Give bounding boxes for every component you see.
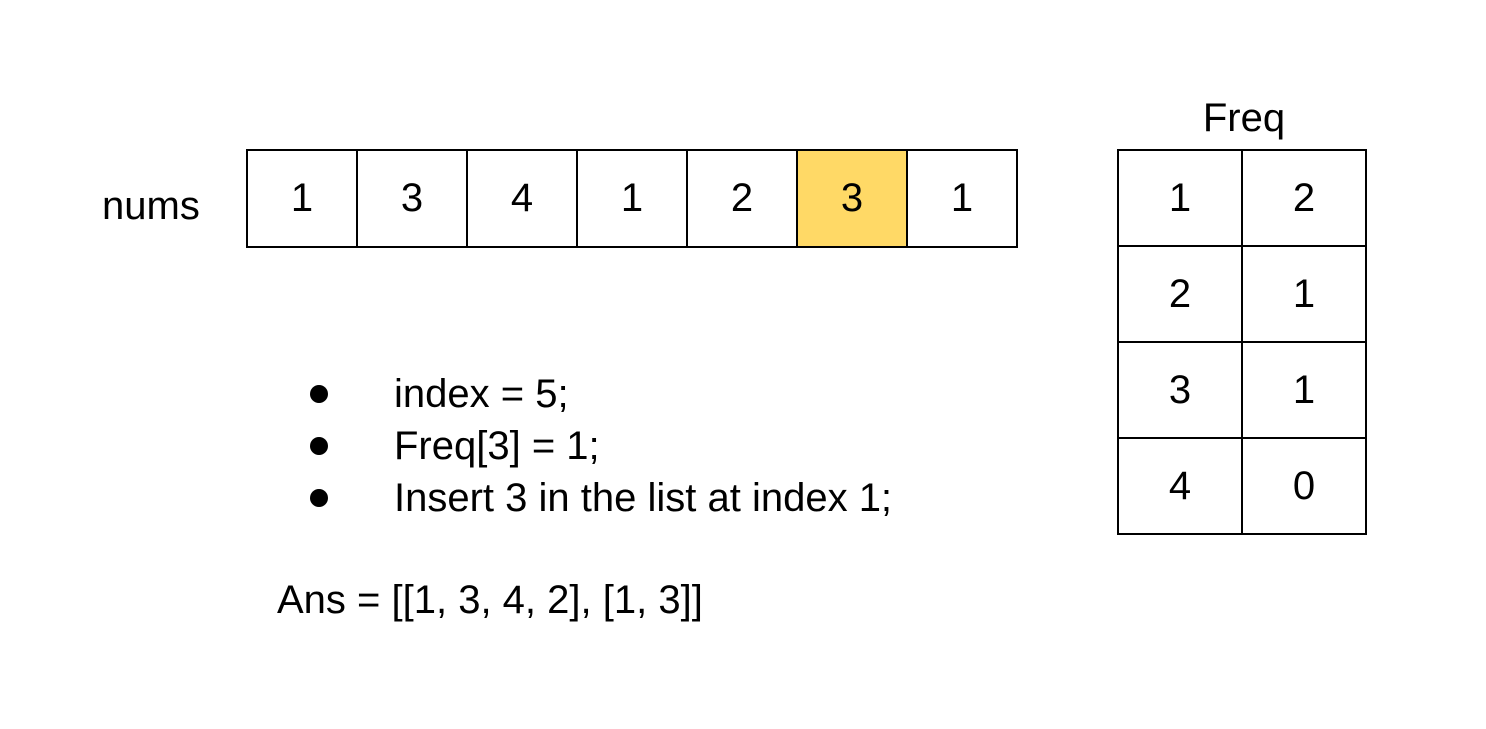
- freq-value: 1: [1241, 341, 1367, 439]
- freq-key: 1: [1117, 149, 1243, 247]
- step-item: Insert 3 in the list at index 1;: [306, 472, 892, 524]
- nums-cell: 1: [246, 149, 358, 248]
- freq-row: 2 1: [1117, 245, 1367, 343]
- nums-cell: 2: [686, 149, 798, 248]
- bullet-icon: [310, 437, 328, 455]
- bullet-icon: [310, 489, 328, 507]
- freq-row: 1 2: [1117, 149, 1367, 247]
- freq-table: 1 2 2 1 3 1 4 0: [1117, 149, 1367, 535]
- freq-value: 0: [1241, 437, 1367, 535]
- nums-cell-current: 3: [796, 149, 908, 248]
- freq-value: 2: [1241, 149, 1367, 247]
- freq-key: 2: [1117, 245, 1243, 343]
- step-item: index = 5;: [306, 368, 892, 420]
- freq-title: Freq: [1202, 96, 1286, 140]
- nums-label: nums: [102, 184, 200, 228]
- step-text: Insert 3 in the list at index 1;: [394, 475, 893, 520]
- freq-value: 1: [1241, 245, 1367, 343]
- freq-key: 4: [1117, 437, 1243, 535]
- step-list: index = 5; Freq[3] = 1; Insert 3 in the …: [306, 368, 892, 524]
- nums-cell: 4: [466, 149, 578, 248]
- freq-row: 4 0: [1117, 437, 1367, 535]
- nums-cell: 3: [356, 149, 468, 248]
- answer-text: Ans = [[1, 3, 4, 2], [1, 3]]: [277, 578, 703, 622]
- step-text: Freq[3] = 1;: [394, 423, 600, 468]
- bullet-icon: [310, 385, 328, 403]
- step-text: index = 5;: [394, 371, 569, 416]
- nums-array: 1 3 4 1 2 3 1: [246, 149, 1018, 248]
- step-item: Freq[3] = 1;: [306, 420, 892, 472]
- nums-cell: 1: [906, 149, 1018, 248]
- freq-row: 3 1: [1117, 341, 1367, 439]
- nums-cell: 1: [576, 149, 688, 248]
- freq-key: 3: [1117, 341, 1243, 439]
